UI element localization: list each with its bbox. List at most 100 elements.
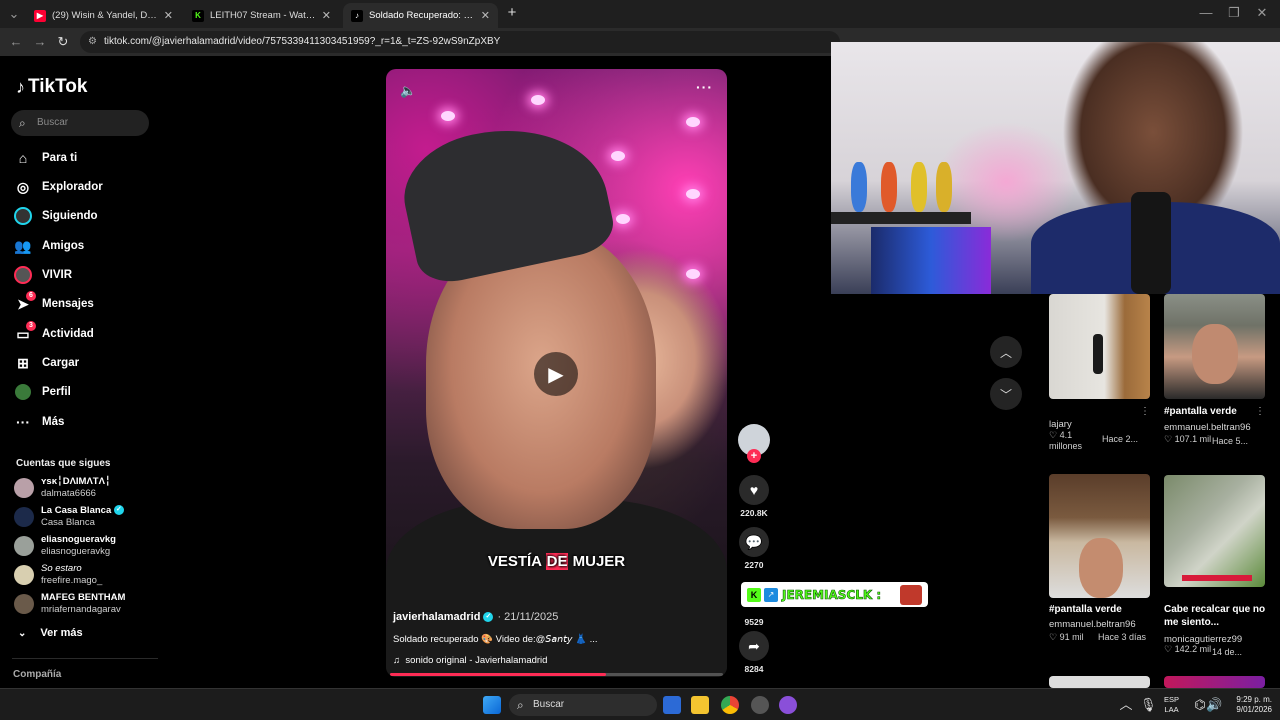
following-account[interactable]: So estaro freefire.mago_ [14, 563, 102, 587]
comment-button[interactable]: 💬 2270 [737, 527, 771, 570]
tab-tiktok[interactable]: ♪ Soldado Recuperado: Un Viral ✕ [343, 3, 498, 28]
tiktok-logo[interactable]: ♪ TikTok [16, 76, 87, 98]
volume-icon[interactable]: 🔈 [400, 83, 416, 99]
nav-para-ti[interactable]: ⌂ Para ti [14, 148, 77, 168]
following-account[interactable]: ʏsĸ╎DΛIMΛTΛ╎ dalmata6666 [14, 476, 111, 500]
suggestion-thumbnail[interactable] [1049, 294, 1150, 399]
back-icon[interactable]: ← [8, 34, 24, 50]
account-user: dalmata6666 [41, 488, 96, 499]
chevron-up-icon: ︿ [999, 345, 1012, 360]
close-icon[interactable]: ✕ [481, 9, 490, 22]
kick-badge-icon: K [747, 587, 761, 602]
nav-label: Cargar [42, 357, 80, 369]
minimize-icon[interactable]: — [1198, 5, 1214, 21]
new-tab-button[interactable]: + [504, 5, 520, 21]
restore-icon[interactable]: ❐ [1226, 5, 1242, 21]
person-face [1079, 538, 1123, 598]
nav-mas[interactable]: ··· Más [14, 412, 64, 432]
tab-list-icon[interactable]: ⌄ [6, 6, 22, 22]
youtube-icon: ▶ [34, 9, 46, 22]
next-video-button[interactable]: ﹀ [990, 378, 1022, 410]
url-field[interactable]: ⚙ tiktok.com/@javierhalamadrid/video/757… [80, 31, 840, 53]
search-input[interactable]: ⌕ Buscar [11, 110, 149, 136]
suggestion-title[interactable]: Cabe recalcar que no me siento... [1164, 603, 1274, 629]
forward-icon[interactable]: → [32, 34, 48, 50]
account-name: eliasnogueravkg [41, 534, 116, 545]
close-window-icon[interactable]: ✕ [1254, 5, 1270, 21]
clock[interactable]: 9:29 p. m. 9/01/2026 [1222, 695, 1272, 715]
tab-kick[interactable]: K LEITH07 Stream - Watch Live o ✕ [184, 3, 339, 28]
suggestion-author[interactable]: emmanuel.beltran96 [1049, 619, 1136, 630]
person-figure [1093, 334, 1103, 374]
chrome-icon[interactable] [721, 696, 739, 714]
taskbar-search[interactable]: ⌕ Buscar [509, 694, 657, 716]
chat-username: JEREMIASCLK : [782, 587, 882, 602]
suggestion-thumbnail[interactable] [1049, 676, 1150, 688]
verified-icon: ✓ [113, 505, 124, 516]
tray-chevron-icon[interactable]: ︿ [1118, 697, 1134, 713]
suggestion-title[interactable]: #pantalla verde [1164, 405, 1237, 418]
subtitle-text: VESTÍA [487, 553, 546, 570]
obs-icon[interactable] [751, 696, 769, 714]
likes-text: 142.2 mil [1174, 644, 1212, 654]
activity-icon: ▭ 3 [14, 321, 36, 343]
close-icon[interactable]: ✕ [322, 9, 331, 22]
nav-cargar[interactable]: ⊞ Cargar [14, 353, 79, 373]
nav-siguiendo[interactable]: Siguiendo [14, 206, 98, 226]
nav-perfil[interactable]: Perfil [14, 382, 71, 402]
following-account[interactable]: MAFEG BENTHAM mriafernandagarav [14, 592, 125, 616]
more-options-icon[interactable]: ⋮ [1255, 406, 1265, 417]
video-author[interactable]: javierhalamadrid [393, 611, 480, 623]
subscriber-badge-icon: ↗ [764, 587, 778, 602]
suggestion-likes: ♡ 142.2 mil [1164, 644, 1214, 655]
tab-youtube[interactable]: ▶ (29) Wisin & Yandel, Daddy Yan ✕ [26, 3, 181, 28]
chevron-down-icon: ⌄ [18, 627, 27, 639]
stream-chat-message: K ↗ JEREMIASCLK : [741, 582, 928, 607]
background-light [531, 95, 545, 105]
company-link[interactable]: Compañía [13, 669, 61, 680]
share-button[interactable]: ➦ 8284 [737, 631, 771, 674]
suggestion-thumbnail[interactable] [1164, 294, 1265, 399]
nav-vivir[interactable]: VIVIR [14, 265, 72, 285]
suggestion-thumbnail[interactable] [1164, 676, 1265, 688]
person-face [1192, 324, 1238, 384]
account-user: freefire.mago_ [41, 575, 103, 586]
more-options-icon[interactable]: ⋮ [1140, 406, 1150, 417]
nav-actividad[interactable]: ▭ 3 Actividad [14, 321, 94, 344]
app-icon[interactable] [779, 696, 797, 714]
store-icon[interactable] [663, 696, 681, 714]
close-icon[interactable]: ✕ [164, 9, 173, 22]
video-description[interactable]: Soldado recuperado 🎨 Video de:@𝘚𝘢𝘯𝘵𝘺 👗 .… [393, 634, 598, 645]
suggestion-title[interactable]: #pantalla verde [1049, 603, 1122, 616]
previous-video-button[interactable]: ︿ [990, 336, 1022, 368]
upload-icon: ⊞ [17, 354, 29, 371]
windows-start-icon[interactable] [483, 696, 501, 714]
mic-icon[interactable]: 🎙 [1140, 697, 1157, 713]
language-indicator[interactable]: ESP LAA [1164, 695, 1179, 715]
save-button[interactable]: 9529 [737, 614, 771, 627]
video-sound[interactable]: ♫ sonido original - Javierhalamadrid [393, 655, 547, 666]
reload-icon[interactable]: ↻ [55, 34, 71, 50]
nav-mensajes[interactable]: ➤ 6 Mensajes [14, 291, 94, 314]
like-button[interactable]: ♥ 220.8K [737, 475, 771, 518]
more-options-icon[interactable]: ··· [696, 79, 713, 95]
speaker-icon[interactable]: 🔊 [1206, 697, 1222, 713]
suggestion-thumbnail[interactable] [1164, 475, 1265, 587]
suggestion-thumbnail[interactable] [1049, 474, 1150, 598]
video-player[interactable]: 🔈 ··· ▶ VESTÍA DE MUJER javierhalamadrid… [386, 69, 727, 677]
suggestion-author[interactable]: emmanuel.beltran96 [1164, 422, 1251, 433]
following-account[interactable]: eliasnogueravkg eliasnogueravkg [14, 534, 116, 558]
background-light [686, 269, 700, 279]
see-more-button[interactable]: ⌄ Ver más [18, 627, 83, 639]
sidebar: ♪ TikTok ⌕ Buscar ⌂ Para ti ◎ Explorador… [0, 56, 165, 688]
nav-explorador[interactable]: ◎ Explorador [14, 177, 103, 197]
video-progress-bar[interactable] [390, 673, 723, 676]
following-account[interactable]: La Casa Blanca ✓ Casa Blanca [14, 505, 124, 529]
nav-amigos[interactable]: 👥 Amigos [14, 236, 84, 256]
account-name: La Casa Blanca [41, 505, 112, 516]
follow-plus-icon[interactable]: + [747, 449, 761, 463]
folder-icon[interactable] [691, 696, 709, 714]
play-button[interactable]: ▶ [534, 352, 578, 396]
site-info-icon[interactable]: ⚙ [88, 31, 97, 53]
suggestion-author[interactable]: lajary [1049, 419, 1072, 430]
